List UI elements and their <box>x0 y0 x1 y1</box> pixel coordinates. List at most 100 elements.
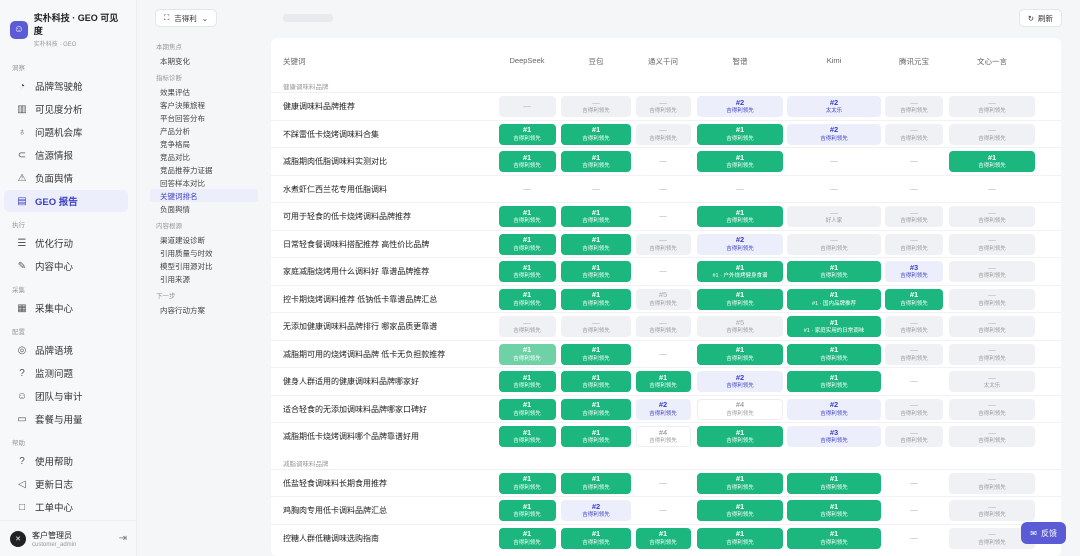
subnav-item[interactable]: 负面舆情 <box>150 202 258 215</box>
rank-cell[interactable]: #1 吉得利领先 <box>561 261 631 282</box>
rank-cell[interactable]: — 吉得利领先 <box>885 96 943 117</box>
rank-cell[interactable]: — 吉得利领先 <box>949 316 1035 337</box>
column-header[interactable]: 腾讯元宝 <box>874 56 954 67</box>
sidebar-item[interactable]: ⚠ 负面舆情 <box>4 167 128 189</box>
rank-cell[interactable]: #1 吉得利领先 <box>498 233 556 255</box>
rank-cell[interactable]: — <box>885 371 943 392</box>
rank-cell[interactable]: #1 吉得利领先 <box>498 527 556 549</box>
feedback-button[interactable]: ✉ 反馈 <box>1021 522 1066 544</box>
subnav-item[interactable]: 竞争格局 <box>150 137 258 150</box>
rank-cell[interactable]: #1 吉得利领先 <box>561 233 631 255</box>
rank-cell[interactable]: #2 吉得利领先 <box>697 371 783 392</box>
refresh-button[interactable]: ↻ 刷新 <box>1018 9 1062 27</box>
rank-cell[interactable]: — 吉得利领先 <box>949 500 1035 521</box>
sidebar-item[interactable]: ◎ 品牌语境 <box>4 339 128 361</box>
rank-cell[interactable]: #1 吉得利领先 <box>697 500 783 521</box>
rank-cell[interactable]: #1 吉得利领先 <box>498 288 556 310</box>
rank-cell[interactable]: #5 吉得利领先 <box>697 316 783 337</box>
rank-cell[interactable]: — <box>636 344 691 365</box>
rank-cell[interactable]: — <box>885 528 943 549</box>
subnav-item[interactable]: 竞品对比 <box>150 150 258 163</box>
rank-cell[interactable]: #1 吉得利领先 <box>787 500 881 521</box>
rank-cell[interactable]: — 吉得利领先 <box>561 316 631 337</box>
rank-cell[interactable]: — <box>787 151 881 172</box>
rank-cell[interactable]: — 吉得利领先 <box>635 233 691 255</box>
rank-cell[interactable]: — <box>498 96 556 117</box>
rank-cell[interactable]: — 吉得利领先 <box>885 123 943 145</box>
rank-cell[interactable]: — 吉得利领先 <box>949 96 1035 117</box>
subnav-item[interactable]: 产品分析 <box>150 124 258 137</box>
rank-cell[interactable]: #1 吉得利领先 <box>697 288 783 310</box>
rank-cell[interactable]: #1 #1 · 户外烧烤健身食谱 <box>697 261 783 282</box>
sidebar-item[interactable]: ▦ 采集中心 <box>4 297 128 319</box>
rank-cell[interactable]: #1 吉得利领先 <box>697 527 783 549</box>
rank-cell[interactable]: #2 吉得利领先 <box>787 398 881 420</box>
rank-cell[interactable]: #1 吉得利领先 <box>561 123 631 145</box>
sidebar-item[interactable]: ⊂ 信源情报 <box>4 144 128 166</box>
subnav-item[interactable]: 关键词排名 <box>150 189 258 202</box>
rank-cell[interactable]: #1 吉得利领先 <box>498 206 556 227</box>
rank-cell[interactable]: #1 吉得利领先 <box>561 206 631 227</box>
rank-cell[interactable]: — 吉得利领先 <box>949 206 1035 227</box>
rank-cell[interactable]: #1 吉得利领先 <box>885 288 943 310</box>
rank-cell[interactable]: #1 吉得利领先 <box>498 261 556 282</box>
logout-icon[interactable]: ⇥ <box>119 533 127 544</box>
column-header[interactable]: 通义千问 <box>623 56 703 67</box>
rank-cell[interactable]: — 吉得利领先 <box>885 206 943 227</box>
rank-cell[interactable]: #1 #1 · 国内品牌推荐 <box>787 288 881 310</box>
user-box[interactable]: ✕ 客户管理员 customer_admin ⇥ <box>0 520 137 556</box>
rank-cell[interactable]: — 好人家 <box>787 206 881 227</box>
subnav-item[interactable]: 本期变化 <box>150 54 258 67</box>
rank-cell[interactable]: #1 吉得利领先 <box>561 343 631 365</box>
rank-cell[interactable]: #1 吉得利领先 <box>697 426 783 447</box>
rank-cell[interactable]: — <box>949 179 1035 200</box>
sidebar-item[interactable]: ? 使用帮助 <box>4 450 128 472</box>
rank-cell[interactable]: — <box>885 179 943 200</box>
rank-cell[interactable]: #2 吉得利领先 <box>697 233 783 255</box>
subnav-item[interactable]: 渠道建设诊断 <box>150 233 258 246</box>
rank-cell[interactable]: #1 吉得利领先 <box>498 426 556 447</box>
rank-cell[interactable]: — 吉得利领先 <box>949 233 1035 255</box>
rank-cell[interactable]: — 吉得利领先 <box>635 316 691 337</box>
column-header[interactable]: Kimi <box>794 56 874 65</box>
subnav-item[interactable]: 客户決策旅程 <box>150 98 258 111</box>
rank-cell[interactable]: — <box>697 179 783 200</box>
rank-cell[interactable]: #1 吉得利领先 <box>561 426 631 447</box>
rank-cell[interactable]: #1 吉得利领先 <box>787 343 881 365</box>
column-header[interactable]: 文心一言 <box>952 56 1032 67</box>
rank-cell[interactable]: #1 吉得利领先 <box>697 472 783 494</box>
rank-cell[interactable]: #1 吉得利领先 <box>635 527 691 549</box>
rank-cell[interactable]: — 吉得利领先 <box>885 398 943 420</box>
subnav-item[interactable]: 效果评估 <box>150 85 258 98</box>
rank-cell[interactable]: — <box>636 473 691 494</box>
rank-cell[interactable]: — <box>636 151 691 172</box>
column-header[interactable]: 智谱 <box>700 56 780 67</box>
rank-cell[interactable]: #1 吉得利领先 <box>561 371 631 392</box>
rank-cell[interactable]: — <box>499 179 556 200</box>
rank-cell[interactable]: #1 吉得利领先 <box>787 472 881 494</box>
rank-cell[interactable]: — <box>561 179 631 200</box>
subnav-item[interactable]: 引用来源 <box>150 272 258 285</box>
sidebar-item[interactable]: ▭ 套餐与用量 <box>4 408 128 430</box>
rank-cell[interactable]: #1 吉得利领先 <box>787 527 881 549</box>
rank-cell[interactable]: — 吉得利领先 <box>949 343 1035 365</box>
rank-cell[interactable]: — 吉得利领先 <box>949 472 1035 494</box>
rank-cell[interactable]: — <box>636 206 691 227</box>
rank-cell[interactable]: #2 吉得利领先 <box>787 123 881 145</box>
sidebar-item[interactable]: ▤ GEO 报告 <box>4 190 128 212</box>
subnav-item[interactable]: 回答样本对比 <box>150 176 258 189</box>
rank-cell[interactable]: #1 吉得利领先 <box>697 206 783 227</box>
rank-cell[interactable]: #4 吉得利领先 <box>697 398 783 420</box>
rank-cell[interactable]: #1 吉得利领先 <box>561 151 631 172</box>
column-header[interactable]: DeepSeek <box>487 56 567 65</box>
sidebar-item[interactable]: ✎ 内容中心 <box>4 255 128 277</box>
rank-cell[interactable]: #1 吉得利领先 <box>697 123 783 145</box>
rank-cell[interactable]: — 吉得利领先 <box>885 233 943 255</box>
rank-cell[interactable]: — <box>636 179 691 200</box>
subnav-item[interactable]: 竞品推荐力证据 <box>150 163 258 176</box>
rank-cell[interactable]: #1 吉得利领先 <box>697 343 783 365</box>
rank-cell[interactable]: #4 吉得利领先 <box>635 426 691 447</box>
rank-cell[interactable]: #1 吉得利领先 <box>787 261 881 282</box>
rank-cell[interactable]: — 吉得利领先 <box>949 261 1035 282</box>
rank-cell[interactable]: #1 #1 · 家庭实用的日常调味 <box>787 316 881 337</box>
